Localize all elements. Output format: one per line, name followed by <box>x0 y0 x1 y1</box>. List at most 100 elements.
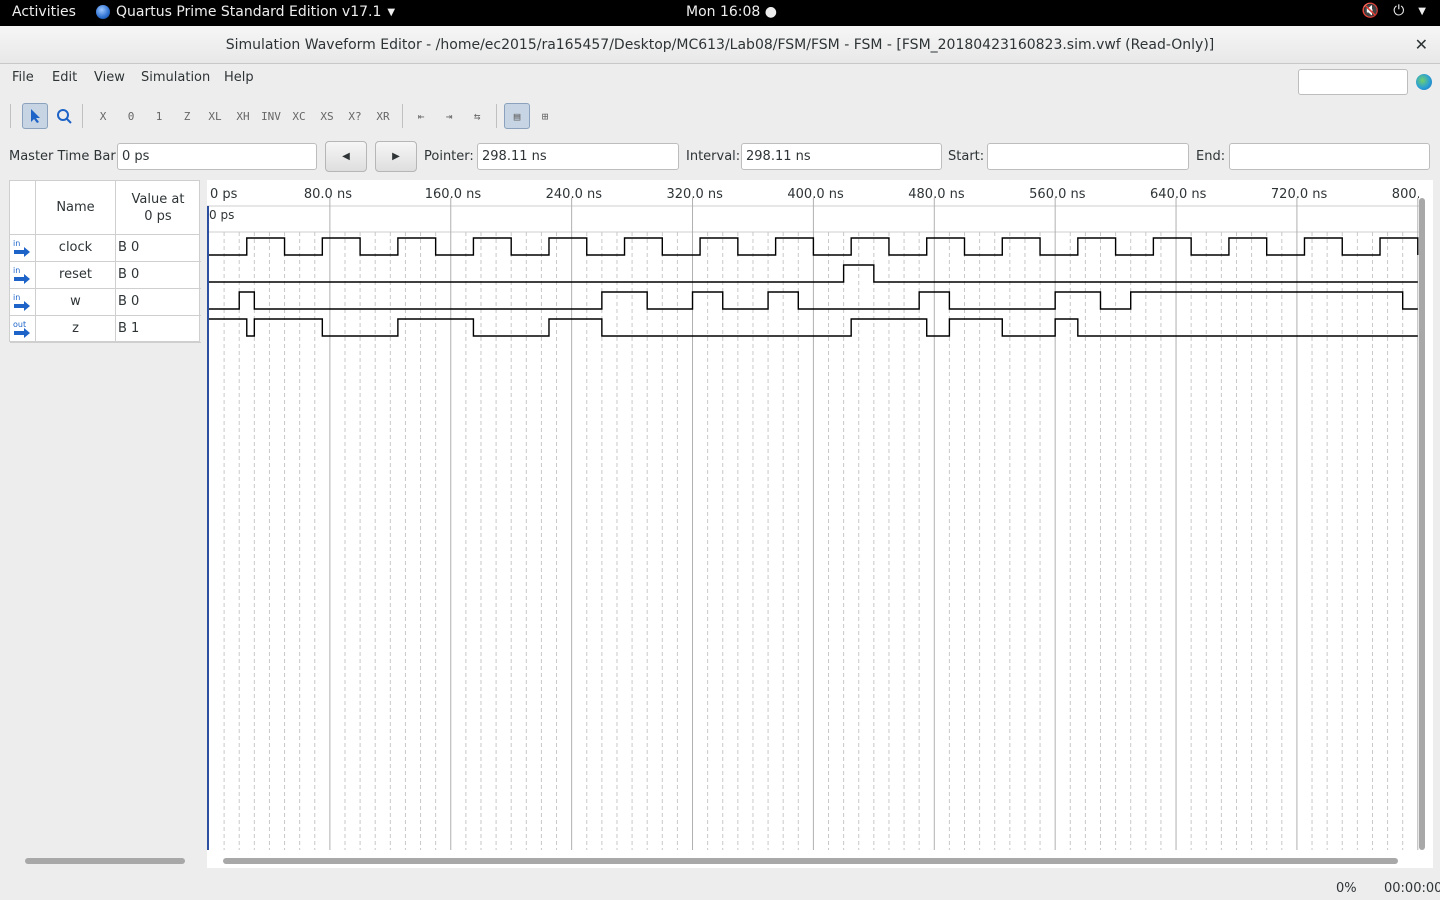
forcing-low-button[interactable]: 0 <box>118 103 144 129</box>
xl-value-icon: XL <box>208 109 222 123</box>
system-top-bar: Activities Quartus Prime Standard Editio… <box>0 0 1440 26</box>
clock-value-button[interactable]: XS <box>314 103 340 129</box>
snap-right-icon: ⇥ <box>445 109 453 123</box>
pointer-label: Pointer: <box>424 149 474 164</box>
forcing-unknown-button[interactable]: X <box>90 103 116 129</box>
signal-row[interactable]: out z B 1 <box>10 316 201 343</box>
next-transition-button[interactable]: ▶ <box>375 141 417 172</box>
interval-field[interactable]: 298.11 ns <box>741 143 942 170</box>
globe-icon[interactable] <box>1416 74 1432 90</box>
snap-all-button[interactable]: ⇆ <box>464 103 490 129</box>
toolbar-separator <box>82 104 83 128</box>
signal-value: B 0 <box>118 294 140 309</box>
window-title-bar: Simulation Waveform Editor - /home/ec201… <box>0 26 1440 64</box>
waveform-horizontal-scrollbar[interactable] <box>223 858 1398 864</box>
grid-toggle-button[interactable]: ▤ <box>504 103 530 129</box>
time-bar-row: Master Time Bar: 0 ps ◀ ▶ Pointer: 298.1… <box>0 140 1440 174</box>
count-value-button[interactable]: XC <box>286 103 312 129</box>
zero-value-icon: 0 <box>127 109 135 123</box>
clock-display[interactable]: Mon 16:08 ● <box>686 4 777 20</box>
start-field[interactable] <box>987 143 1189 170</box>
one-value-icon: 1 <box>155 109 163 123</box>
signal-value: B 1 <box>118 321 140 336</box>
arrange-icon: ⊞ <box>541 109 549 123</box>
signal-list-horizontal-scrollbar[interactable] <box>25 858 185 864</box>
input-pin-icon: in <box>10 289 35 315</box>
grid-icon: ▤ <box>513 109 521 123</box>
signal-row[interactable]: in reset B 0 <box>10 262 201 289</box>
system-status-area[interactable]: 🔇 ⏻ ▼ <box>1362 3 1426 19</box>
name-column-header[interactable]: Name <box>35 181 116 235</box>
elapsed-time: 00:00:00 <box>1384 881 1440 896</box>
xc-value-icon: XC <box>292 109 306 123</box>
xq-value-icon: X? <box>348 109 362 123</box>
menu-help[interactable]: Help <box>224 70 254 85</box>
menu-view[interactable]: View <box>94 70 125 85</box>
waveform-canvas[interactable]: 0 ps 80.0 ns 160.0 ns 240.0 ns 320.0 ns 400.0… <box>207 180 1419 850</box>
chevron-down-icon: ▼ <box>387 6 396 18</box>
menu-simulation[interactable]: Simulation <box>141 70 210 85</box>
xr-value-icon: XR <box>376 109 390 123</box>
output-pin-icon: out <box>10 316 35 342</box>
ruler-tick-label: 480.0 ns <box>908 187 965 202</box>
ruler-tick-label: 640.0 ns <box>1150 187 1207 202</box>
quartus-app-icon <box>96 5 110 19</box>
selection-tool-button[interactable] <box>22 103 48 129</box>
ruler-tick-label: 160.0 ns <box>425 187 482 202</box>
zoom-icon <box>57 109 72 124</box>
menu-edit[interactable]: Edit <box>52 70 77 85</box>
start-label: Start: <box>948 149 985 164</box>
ruler-tick-label: 80.0 ns <box>304 187 352 202</box>
master-time-bar-label: Master Time Bar: <box>9 149 120 164</box>
arbitrary-value-button[interactable]: X? <box>342 103 368 129</box>
forcing-high-button[interactable]: 1 <box>146 103 172 129</box>
app-menu[interactable]: Quartus Prime Standard Edition v17.1 ▼ <box>96 4 395 20</box>
high-impedance-button[interactable]: Z <box>174 103 200 129</box>
power-icon: ⏻ <box>1393 3 1405 19</box>
signal-row[interactable]: in w B 0 <box>10 289 201 316</box>
signal-name: w <box>35 289 116 315</box>
snap-right-button[interactable]: ⇥ <box>436 103 462 129</box>
activities-button[interactable]: Activities <box>12 4 76 20</box>
snap-left-button[interactable]: ⇤ <box>408 103 434 129</box>
inv-value-icon: INV <box>261 109 281 123</box>
value-column-time: 0 ps <box>144 208 172 224</box>
waveform-toolbar: X 0 1 Z XL XH INV XC XS X? XR ⇤ ⇥ ⇆ ▤ ⊞ <box>0 100 1440 132</box>
pointer-field[interactable]: 298.11 ns <box>477 143 679 170</box>
weak-high-button[interactable]: XH <box>230 103 256 129</box>
arrange-button[interactable]: ⊞ <box>532 103 558 129</box>
waveform-panel[interactable]: 0 ps 80.0 ns 160.0 ns 240.0 ns 320.0 ns 400.0… <box>207 180 1433 868</box>
previous-transition-button[interactable]: ◀ <box>325 141 367 172</box>
z-value-icon: Z <box>183 109 191 123</box>
signal-table: Name Value at 0 ps in clock B 0 in reset B 0i… <box>9 180 201 343</box>
status-bar: 0% 00:00:00 <box>0 876 1440 900</box>
value-column-header[interactable]: Value at 0 ps <box>116 181 200 235</box>
xh-value-icon: XH <box>236 109 250 123</box>
svg-text:in: in <box>13 239 20 248</box>
close-window-button[interactable]: ✕ <box>1415 35 1428 54</box>
signal-name: clock <box>35 235 116 261</box>
zoom-tool-button[interactable] <box>51 103 77 129</box>
menu-file[interactable]: File <box>12 70 34 85</box>
invert-button[interactable]: INV <box>258 103 284 129</box>
direction-column-header <box>10 181 35 235</box>
ruler-tick-label: 0 ps <box>210 187 238 202</box>
input-pin-icon: in <box>10 235 35 261</box>
signal-list-panel: Name Value at 0 ps in clock B 0 in reset B 0i… <box>9 180 201 868</box>
master-time-bar-field[interactable]: 0 ps <box>117 143 317 170</box>
random-value-button[interactable]: XR <box>370 103 396 129</box>
end-field[interactable] <box>1229 143 1430 170</box>
chevron-down-icon: ▼ <box>1418 5 1426 17</box>
ruler-tick-label: 320.0 ns <box>667 187 724 202</box>
snap-left-icon: ⇤ <box>417 109 425 123</box>
weak-low-button[interactable]: XL <box>202 103 228 129</box>
search-input[interactable] <box>1298 69 1408 95</box>
master-time-bar-marker-label: 0 ps <box>209 208 234 222</box>
x-value-icon: X <box>99 109 107 123</box>
waveform-vertical-scrollbar[interactable] <box>1419 198 1425 850</box>
pointer-icon <box>31 109 40 123</box>
window-title: Simulation Waveform Editor - /home/ec201… <box>225 36 1215 53</box>
progress-text: 0% <box>1336 881 1357 896</box>
signal-row[interactable]: in clock B 0 <box>10 235 201 262</box>
signal-value: B 0 <box>118 267 140 282</box>
